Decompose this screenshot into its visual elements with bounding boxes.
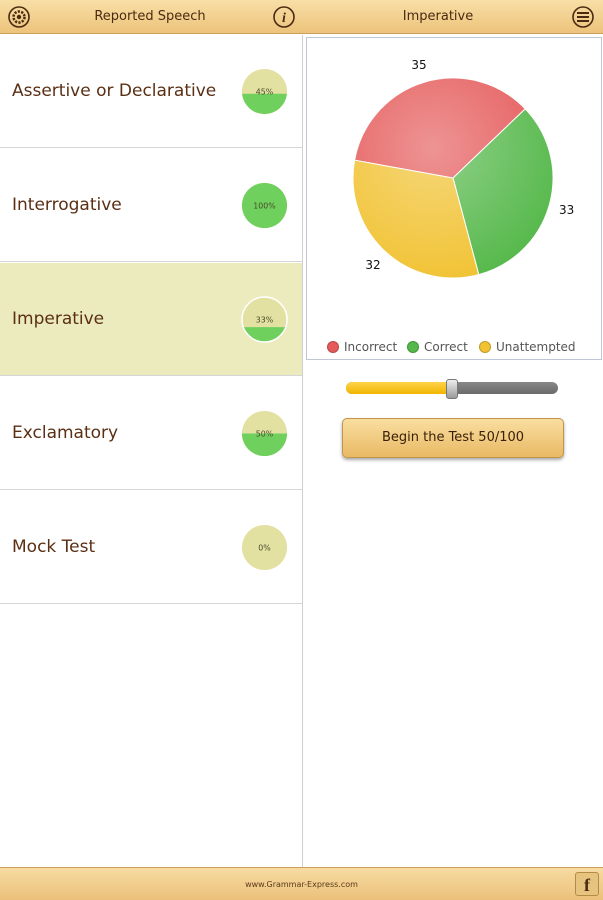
progress-label: 50%	[256, 429, 273, 438]
facebook-icon: f	[584, 875, 590, 895]
legend-swatch	[479, 341, 491, 353]
progress-label: 33%	[256, 315, 273, 324]
topic-row[interactable]: Imperative 33%	[0, 263, 302, 376]
progress-indicator: 0%	[241, 524, 288, 571]
pane-divider	[302, 35, 303, 867]
section-title: Imperative	[402, 9, 474, 24]
gear-icon[interactable]	[8, 6, 30, 28]
legend-item: Unattempted	[479, 338, 576, 356]
chart-legend: Incorrect Correct Unattempted	[307, 338, 603, 356]
legend-label: Correct	[424, 340, 468, 354]
progress-indicator: 50%	[241, 410, 288, 457]
result-chart: 35 33 32 Incorrect Correct Unattempted	[306, 37, 602, 360]
topic-label: Exclamatory	[12, 423, 119, 443]
progress-label: 100%	[253, 201, 275, 210]
topic-row[interactable]: Exclamatory 50%	[0, 377, 302, 490]
question-count-slider[interactable]	[346, 379, 558, 399]
menu-icon[interactable]	[572, 6, 594, 28]
begin-test-button[interactable]: Begin the Test 50/100	[342, 418, 564, 458]
legend-swatch	[407, 341, 419, 353]
svg-text:i: i	[282, 11, 286, 26]
pie-value-label: 33	[559, 203, 574, 217]
slider-thumb[interactable]	[446, 379, 458, 399]
legend-swatch	[327, 341, 339, 353]
topic-list: Assertive or Declarative 45% Interrogative…	[0, 35, 302, 867]
pie-chart: 35 33 32	[352, 58, 574, 279]
topic-row[interactable]: Assertive or Declarative 45%	[0, 35, 302, 148]
app-title: Reported Speech	[94, 9, 206, 24]
info-icon[interactable]: i	[273, 6, 295, 28]
legend-label: Unattempted	[496, 340, 576, 354]
progress-indicator: 100%	[241, 182, 288, 229]
topic-row[interactable]: Mock Test 0%	[0, 491, 302, 604]
progress-label: 45%	[256, 87, 273, 96]
progress-fill	[242, 93, 287, 115]
top-bar: Reported Speech i Imperative	[0, 0, 603, 34]
pie-value-label: 32	[365, 258, 380, 272]
progress-label: 0%	[258, 543, 270, 552]
topic-label: Assertive or Declarative	[12, 81, 217, 101]
legend-item: Incorrect	[327, 338, 397, 356]
facebook-button[interactable]: f	[575, 872, 599, 896]
pie-value-label: 35	[411, 58, 426, 72]
bottom-bar: www.Grammar-Express.com f	[0, 867, 603, 900]
topic-label: Mock Test	[12, 537, 96, 557]
topic-row[interactable]: Interrogative 100%	[0, 149, 302, 262]
topic-label: Imperative	[12, 309, 105, 329]
progress-fill	[243, 327, 286, 343]
progress-indicator: 45%	[241, 68, 288, 115]
progress-indicator: 33%	[241, 296, 288, 343]
legend-item: Correct	[407, 338, 468, 356]
website-link[interactable]: www.Grammar-Express.com	[0, 868, 603, 900]
slider-fill	[346, 382, 452, 394]
topic-label: Interrogative	[12, 195, 122, 215]
legend-label: Incorrect	[344, 340, 398, 354]
